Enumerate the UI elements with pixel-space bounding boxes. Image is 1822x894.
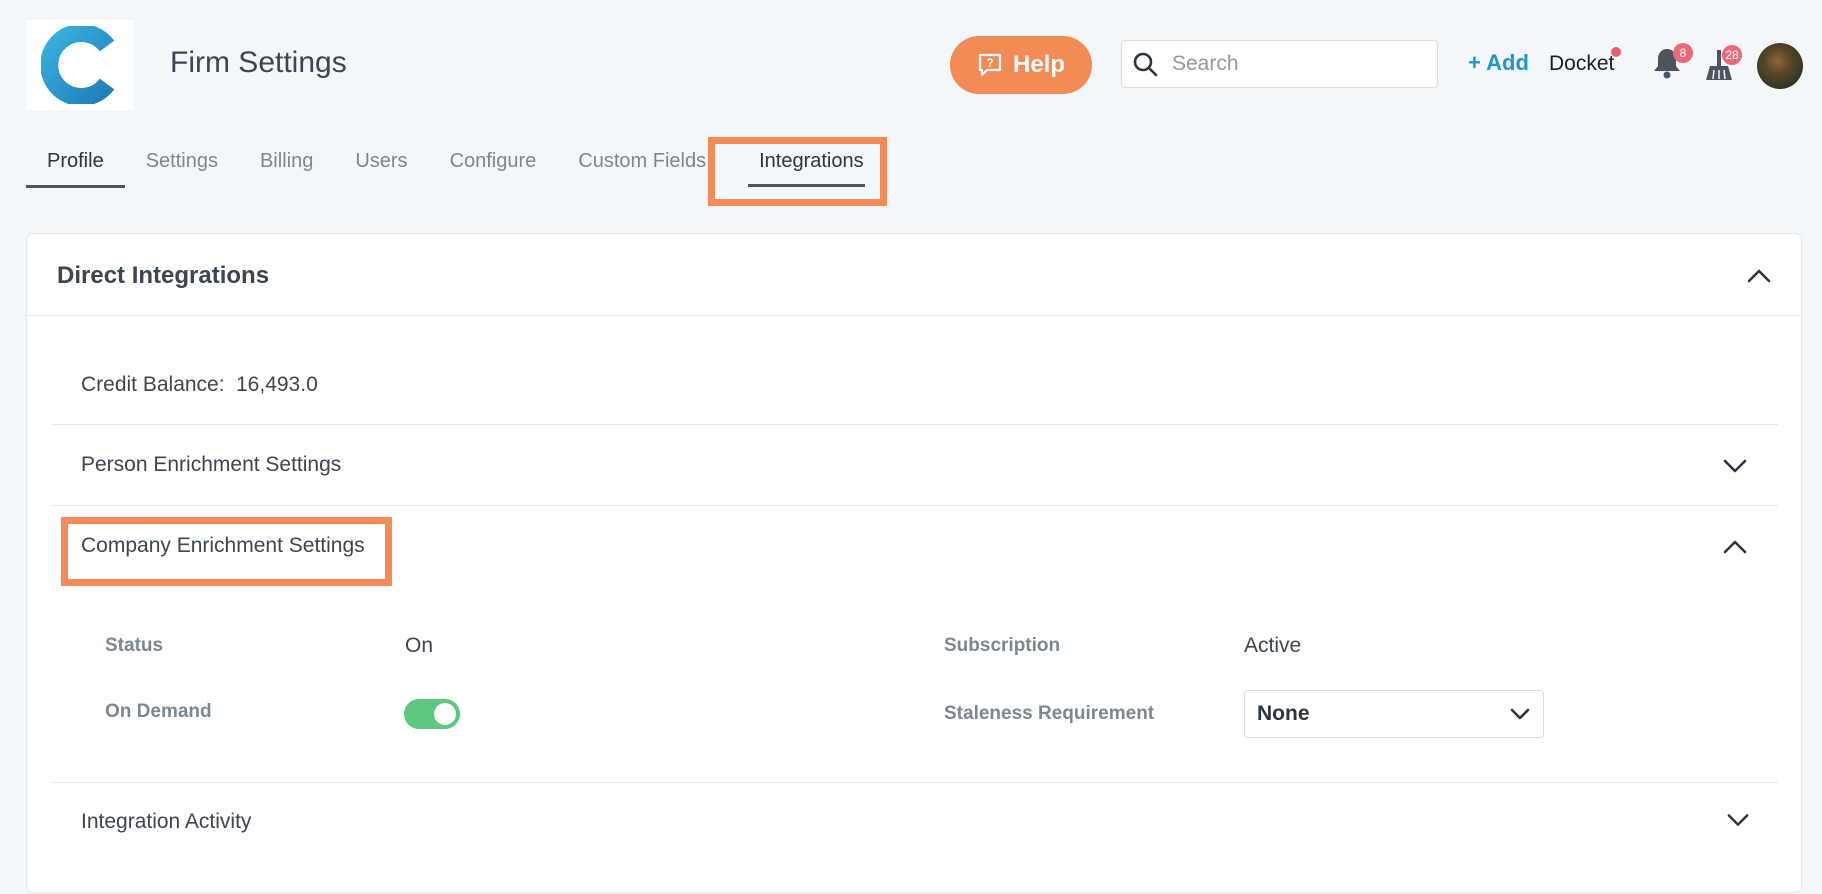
chevron-up-icon [1747, 269, 1771, 283]
company-enrichment-header[interactable]: Company Enrichment Settings [81, 534, 365, 558]
staleness-label: Staleness Requirement [944, 703, 1155, 724]
expand-person-enrichment[interactable] [1722, 453, 1748, 484]
help-chat-icon: ? [978, 53, 1002, 77]
tab-settings[interactable]: Settings [125, 138, 239, 188]
search-input[interactable] [1170, 51, 1414, 77]
subscription-label: Subscription [944, 635, 1061, 656]
collapse-card-button[interactable] [1746, 263, 1772, 294]
search-box[interactable] [1121, 40, 1438, 88]
person-enrichment-header[interactable]: Person Enrichment Settings [81, 453, 341, 477]
chevron-down-icon [1723, 459, 1747, 473]
card-header-divider [27, 315, 1801, 316]
chevron-down-icon [1510, 708, 1530, 720]
divider [51, 782, 1778, 783]
status-value: On [405, 634, 434, 657]
tab-integrations[interactable]: Integrations [738, 138, 885, 188]
add-button[interactable]: + Add [1468, 50, 1529, 76]
credit-balance-value: 16,493.0 [236, 373, 318, 396]
expand-integration-activity[interactable] [1726, 808, 1750, 837]
integration-activity-header[interactable]: Integration Activity [81, 810, 251, 834]
chevron-up-icon [1723, 540, 1747, 554]
card-title: Direct Integrations [57, 262, 270, 289]
credit-balance-label: Credit Balance: [81, 373, 225, 396]
tab-profile[interactable]: Profile [26, 138, 125, 188]
page-title: Firm Settings [170, 46, 347, 79]
settings-tabs: Profile Settings Billing Users Configure… [26, 138, 885, 188]
tab-users[interactable]: Users [334, 138, 428, 188]
status-label: Status [105, 635, 164, 656]
chevron-down-icon [1727, 814, 1749, 826]
notifications-badge: 8 [1673, 43, 1693, 63]
tab-billing[interactable]: Billing [239, 138, 334, 188]
divider [51, 424, 1778, 425]
search-icon [1133, 52, 1158, 77]
on-demand-toggle[interactable] [404, 699, 460, 729]
collapse-company-enrichment[interactable] [1722, 534, 1748, 565]
staleness-selected-value: None [1257, 702, 1310, 725]
help-label: Help [1012, 51, 1065, 78]
direct-integrations-card [26, 233, 1802, 893]
tab-configure[interactable]: Configure [429, 138, 558, 188]
tasks-badge: 28 [1722, 45, 1742, 65]
help-button[interactable]: ? Help [950, 36, 1092, 94]
on-demand-label: On Demand [105, 701, 212, 722]
tab-custom-fields[interactable]: Custom Fields [557, 138, 727, 188]
firm-logo[interactable] [26, 20, 134, 110]
svg-text:?: ? [986, 56, 993, 70]
subscription-value: Active [1244, 634, 1302, 657]
divider [51, 505, 1778, 506]
staleness-select[interactable]: None [1244, 690, 1544, 738]
docket-link[interactable]: Docket [1549, 52, 1614, 76]
docket-indicator-dot [1611, 47, 1621, 57]
logo-icon [41, 26, 115, 104]
user-avatar[interactable] [1757, 43, 1803, 89]
